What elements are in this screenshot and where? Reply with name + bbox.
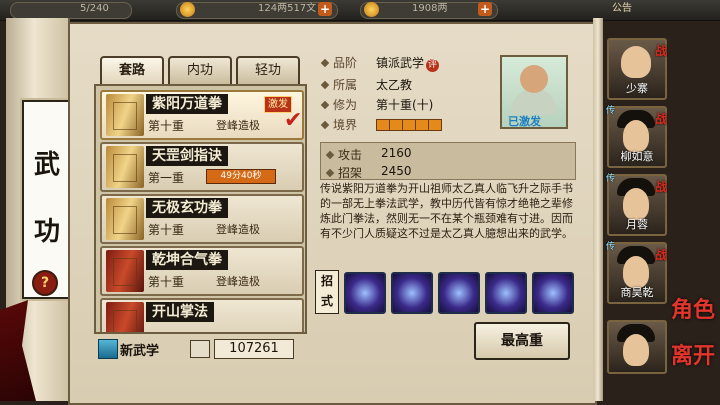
- move-icon-5[interactable]: [532, 272, 574, 314]
- battle-badge: 战: [654, 180, 667, 194]
- tab-neigong[interactable]: 内功: [168, 56, 232, 86]
- max-level-button[interactable]: 最高重: [474, 322, 570, 360]
- battle-badge: 战: [654, 44, 667, 58]
- skill-state: 登峰造极: [216, 223, 260, 236]
- skill-item[interactable]: 开山掌法: [100, 298, 304, 332]
- skill-book-icon: [106, 146, 144, 188]
- move-icon-3[interactable]: [438, 272, 480, 314]
- avatar: [623, 334, 649, 366]
- skill-level: 第一重: [148, 171, 185, 185]
- battle-badge: 战: [654, 112, 667, 126]
- new-skill-icon: [98, 339, 118, 359]
- skill-name: 开山掌法: [146, 302, 214, 322]
- check-mark-icon: ✔: [284, 108, 303, 133]
- skill-level: 第十重: [148, 275, 185, 289]
- skill-state: 登峰造极: [216, 275, 260, 288]
- monk-head: [520, 65, 548, 93]
- training-timer: 49分40秒: [206, 169, 276, 184]
- move-icon-4[interactable]: [485, 272, 527, 314]
- skill-name: 无极玄功拳: [146, 198, 228, 218]
- skill-book-icon: [106, 302, 144, 332]
- pass-badge: 传: [606, 242, 616, 252]
- member-name: 月蓉: [626, 218, 648, 231]
- battle-badge: 战: [654, 248, 667, 262]
- rank-value: 镇派武学: [376, 56, 425, 70]
- book-icon: [190, 340, 210, 358]
- silver-add-button[interactable]: +: [318, 2, 332, 16]
- tab-qinggong[interactable]: 轻功: [236, 56, 300, 86]
- skill-name: 紫阳万道拳: [146, 94, 228, 114]
- title-char-1: 武: [33, 150, 60, 180]
- announce-button[interactable]: 公告: [612, 2, 632, 16]
- skill-book-icon: [106, 94, 144, 136]
- skill-description: 传说紫阳万道拳为开山祖师太乙真人临飞升之际手书的一部无上拳法武学，教中历代皆有惊…: [320, 182, 573, 240]
- skill-level: 第十重: [148, 119, 185, 133]
- pass-badge: 传: [606, 106, 616, 116]
- book-points-value: 107261: [214, 339, 294, 359]
- skill-name: 乾坤合气拳: [146, 250, 228, 270]
- member-name: 少寨: [626, 82, 648, 95]
- left-counter: 5/240: [80, 3, 109, 14]
- new-skill-button[interactable]: 新武学: [98, 338, 182, 360]
- rate-badge[interactable]: 评: [426, 59, 440, 72]
- skill-item[interactable]: 天罡剑指诀 第一重 49分40秒: [100, 142, 304, 192]
- moves-label: 招式: [315, 270, 339, 314]
- book-points: 107261: [190, 338, 298, 360]
- role-exit-button[interactable]: 角色 离开: [668, 296, 718, 400]
- member-name: 柳如意: [620, 150, 654, 163]
- skill-book-icon: [106, 198, 144, 240]
- stat-attack: 攻击 2160: [325, 146, 412, 163]
- stat-parry: 招架 2450: [325, 164, 412, 181]
- cultivation-value: 第十重(十): [376, 98, 434, 112]
- brand-line-1: 角色: [670, 297, 715, 323]
- party-member[interactable]: 战 少寨: [607, 38, 667, 100]
- skill-name: 天罡剑指诀: [146, 146, 228, 166]
- attack-value: 2160: [381, 146, 412, 160]
- skill-item[interactable]: 乾坤合气拳 第十重 登峰造极: [100, 246, 304, 296]
- vertical-title: 武 功: [22, 100, 72, 299]
- pass-badge: 传: [606, 174, 616, 184]
- party-member[interactable]: 传 战 商昊乾: [606, 242, 667, 304]
- skill-level: 第十重: [148, 223, 185, 237]
- activated-label: 已激发: [508, 115, 541, 128]
- party-member[interactable]: 传 战 柳如意: [606, 106, 667, 168]
- gold-add-button[interactable]: +: [478, 2, 492, 16]
- skill-state: 登峰造极: [216, 119, 260, 132]
- help-button[interactable]: ?: [32, 270, 58, 296]
- school-value: 太乙教: [376, 78, 413, 92]
- party-member[interactable]: [607, 320, 667, 374]
- skill-item[interactable]: 无极玄功拳 第十重 登峰造极: [100, 194, 304, 244]
- attr-rank: 品阶 镇派武学评: [320, 54, 440, 72]
- party-member[interactable]: 传 战 月蓉: [606, 174, 667, 236]
- member-name: 商昊乾: [620, 286, 654, 299]
- tab-taolu[interactable]: 套路: [100, 56, 164, 86]
- realm-bar: [376, 119, 442, 131]
- attr-cultivation: 修为 第十重(十): [320, 96, 433, 113]
- silver-coin-icon: [180, 2, 195, 17]
- move-icon-2[interactable]: [391, 272, 433, 314]
- silver-amount: 124两517文: [258, 3, 317, 14]
- party-column: 战 少寨 传 战 柳如意 传 战 月蓉 传 战 商昊乾: [603, 30, 667, 400]
- scroll-roller-right: [593, 18, 603, 401]
- counter-pill: [10, 2, 132, 19]
- skill-list: 紫阳万道拳 激发 第十重 登峰造极 ✔ 天罡剑指诀 第一重 49分40秒 无极玄…: [94, 84, 307, 334]
- brand-line-2: 离开: [670, 343, 715, 369]
- gold-coin-icon: [364, 2, 379, 17]
- top-resource-bar: 5/240 124两517文 + 1908两 + 公告: [0, 0, 720, 21]
- attr-realm: 境界: [320, 116, 357, 133]
- attr-school: 所属 太乙教: [320, 76, 412, 93]
- move-icon-1[interactable]: [344, 272, 386, 314]
- skill-item-selected[interactable]: 紫阳万道拳 激发 第十重 登峰造极 ✔: [100, 90, 304, 140]
- title-char-2: 功: [33, 217, 60, 247]
- gold-amount: 1908两: [412, 3, 448, 14]
- new-skill-label: 新武学: [120, 344, 160, 359]
- parry-value: 2450: [381, 164, 412, 178]
- skill-book-icon: [106, 250, 144, 292]
- avatar: [621, 46, 651, 78]
